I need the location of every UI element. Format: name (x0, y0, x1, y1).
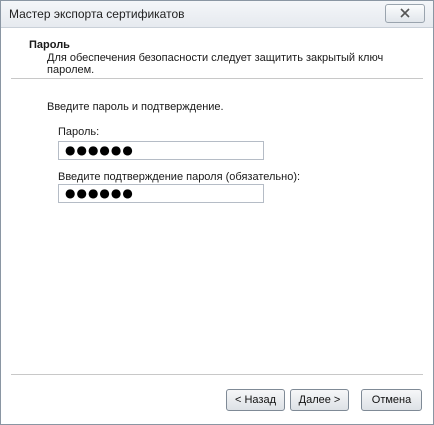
page-description: Для обеспечения безопасности следует защ… (47, 52, 384, 76)
password-field[interactable]: ●●●●●● (58, 141, 264, 160)
cancel-button[interactable]: Отмена (361, 389, 422, 411)
page-title: Пароль (29, 39, 70, 51)
close-button[interactable] (385, 4, 425, 23)
close-icon (400, 8, 410, 18)
wizard-header: Пароль Для обеспечения безопасности след… (1, 28, 433, 78)
form-prompt: Введите пароль и подтверждение. (47, 101, 224, 113)
header-divider (11, 78, 423, 79)
back-button[interactable]: < Назад (226, 389, 285, 411)
title-bar[interactable]: Мастер экспорта сертификатов (1, 1, 433, 28)
window-title: Мастер экспорта сертификатов (9, 7, 185, 21)
next-button[interactable]: Далее > (290, 389, 349, 411)
confirm-password-label: Введите подтверждение пароля (обязательн… (58, 171, 301, 183)
certificate-export-wizard-window: Мастер экспорта сертификатов Пароль Для … (0, 0, 434, 425)
password-label: Пароль: (58, 126, 100, 138)
confirm-password-field[interactable]: ●●●●●● (58, 184, 264, 203)
footer-divider (11, 374, 423, 375)
